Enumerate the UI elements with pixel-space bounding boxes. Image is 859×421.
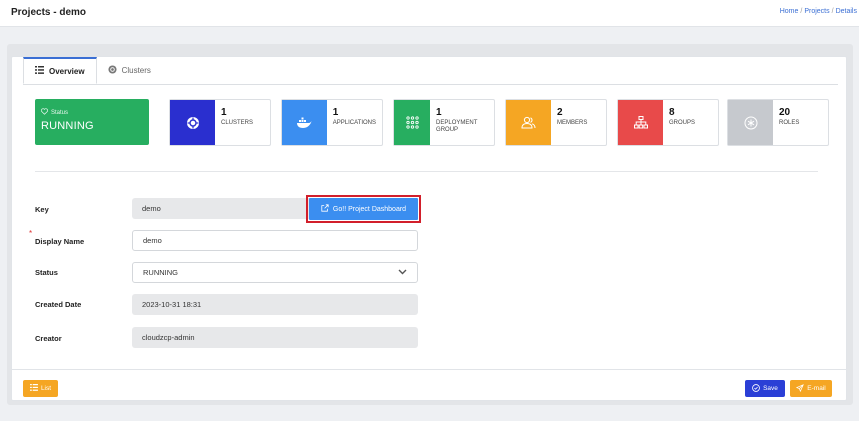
creator-label: Creator [35, 334, 62, 343]
helm-icon [170, 100, 215, 145]
stat-name: MEMBERS [557, 120, 588, 126]
stat-deployment-group[interactable]: 1 DEPLOYMENT GROUP [393, 99, 495, 146]
top-bar: Projects - demo Home / Projects / Details [0, 0, 859, 27]
section-divider [35, 171, 818, 172]
stat-name: CLUSTERS [221, 120, 254, 126]
stat-roles-text: 20 ROLES [773, 100, 805, 145]
created-date-label: Created Date [35, 300, 82, 309]
status-tile-label: Status [51, 109, 69, 116]
breadcrumb-separator: / [800, 8, 803, 15]
stat-members[interactable]: 2 MEMBERS [505, 99, 607, 146]
grid-icon [394, 100, 431, 145]
creator-field: cloudzcp-admin [132, 327, 418, 348]
helm-icon [108, 65, 117, 76]
docker-icon [282, 100, 327, 145]
email-button-label: E-mail [807, 385, 826, 392]
list-button-label: List [40, 385, 52, 392]
status-select[interactable]: RUNNING [132, 262, 418, 283]
stat-count: 1 [221, 107, 227, 118]
list-button[interactable]: List [23, 380, 58, 397]
go-project-dashboard-label: Go!! Project Dashboard [332, 205, 407, 213]
stat-count: 1 [436, 107, 442, 118]
stat-name: APPLICATIONS [332, 120, 376, 126]
footer-divider [11, 369, 847, 370]
tab-underline [23, 84, 838, 85]
breadcrumb: Home / Projects / Details [780, 8, 857, 15]
go-project-dashboard-button[interactable]: Go!! Project Dashboard [309, 198, 418, 220]
tab-overview-label: Overview [49, 66, 85, 76]
status-tile-value: RUNNING [41, 120, 94, 132]
stat-name: DEPLOYMENT GROUP [436, 120, 478, 133]
display-name-field[interactable]: demo [132, 230, 418, 251]
tab-clusters[interactable]: Clusters [97, 57, 162, 84]
breadcrumb-home[interactable]: Home [780, 8, 799, 15]
tab-overview[interactable]: Overview [23, 57, 97, 84]
required-marker: * [29, 229, 33, 238]
heartbeat-icon [41, 108, 48, 117]
breadcrumb-projects[interactable]: Projects [804, 8, 829, 15]
status-tile-label-row: Status [41, 108, 143, 117]
status-label: Status [35, 268, 58, 277]
stat-clusters-text: 1 CLUSTERS [215, 100, 259, 145]
display-name-label: Display Name [35, 237, 85, 246]
status-tile: Status RUNNING [35, 99, 149, 145]
created-date-field: 2023-10-31 18:31 [132, 294, 418, 315]
save-button[interactable]: Save [745, 380, 785, 397]
stat-groups[interactable]: 8 GROUPS [617, 99, 719, 146]
stat-count: 20 [779, 107, 791, 118]
stat-count: 2 [557, 107, 563, 118]
stat-groups-text: 8 GROUPS [663, 100, 701, 145]
stat-name: ROLES [779, 120, 800, 126]
stat-applications-text: 1 APPLICATIONS [327, 100, 382, 145]
email-button[interactable]: E-mail [790, 380, 832, 397]
tab-clusters-label: Clusters [121, 66, 151, 75]
external-link-icon [321, 204, 329, 214]
check-circle-icon [752, 383, 760, 394]
stat-members-text: 2 MEMBERS [551, 100, 593, 145]
stat-clusters[interactable]: 1 CLUSTERS [169, 99, 271, 146]
users-icon [506, 100, 551, 145]
stat-count: 8 [669, 107, 675, 118]
asterisk-icon [728, 100, 773, 145]
hierarchy-icon [618, 100, 663, 145]
breadcrumb-details[interactable]: Details [836, 8, 857, 15]
page-title: Projects - demo [11, 7, 87, 18]
tab-bar: Overview Clusters [23, 57, 162, 84]
send-icon [796, 383, 805, 394]
stat-applications[interactable]: 1 APPLICATIONS [281, 99, 383, 146]
save-button-label: Save [763, 385, 778, 392]
stat-roles[interactable]: 20 ROLES [727, 99, 829, 146]
stat-deployment-group-text: 1 DEPLOYMENT GROUP [430, 100, 494, 145]
status-select-value: RUNNING [143, 268, 178, 277]
breadcrumb-separator: / [831, 8, 834, 15]
stat-count: 1 [332, 107, 339, 118]
list-icon [30, 384, 38, 393]
chevron-down-icon [398, 268, 407, 277]
stat-name: GROUPS [669, 120, 696, 126]
key-label: Key [35, 205, 49, 214]
list-icon [35, 66, 44, 76]
